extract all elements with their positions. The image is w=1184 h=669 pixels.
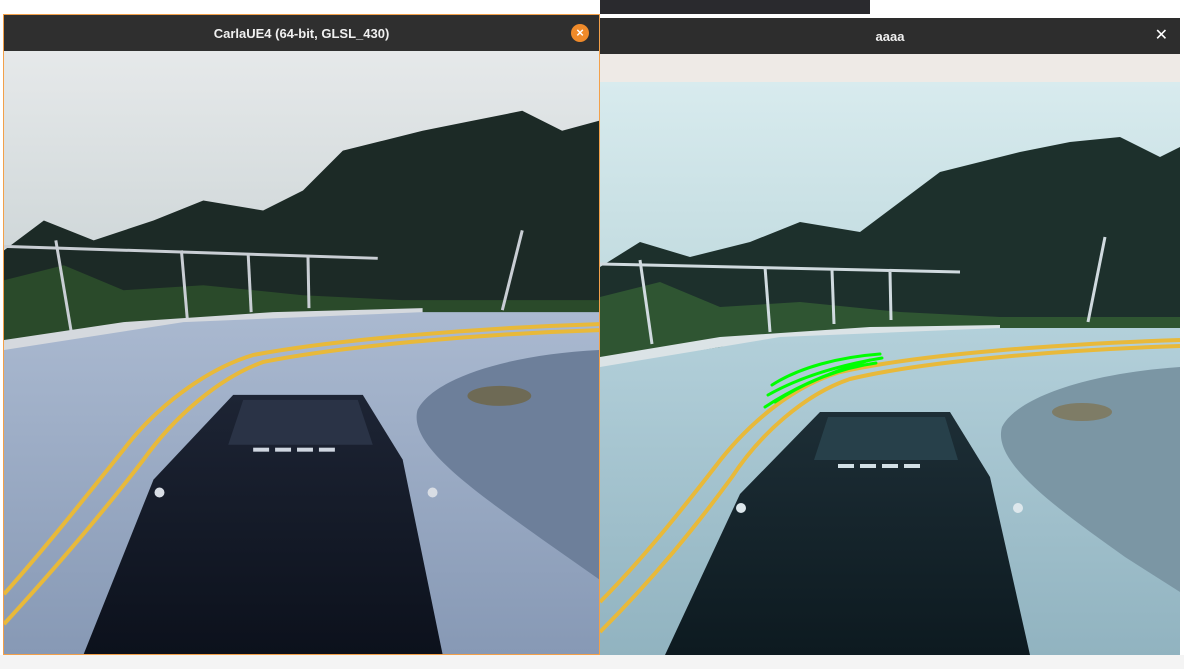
car-hood-vent (814, 417, 958, 460)
manhole (467, 385, 532, 406)
close-circle-icon[interactable]: × (571, 24, 589, 42)
manhole (1052, 403, 1112, 421)
car-hood-vent (228, 399, 373, 445)
carla-window[interactable]: CarlaUE4 (64-bit, GLSL_430) × (3, 14, 600, 655)
desktop-top-strip (0, 0, 1184, 14)
processed-view (600, 82, 1180, 655)
lane-detection-scene (600, 82, 1180, 655)
window-toolbar (600, 54, 1180, 83)
window-titlebar[interactable]: aaaa ✕ (600, 18, 1180, 54)
desktop-bottom-strip (0, 655, 1184, 669)
window-title: aaaa (875, 28, 905, 44)
camera-view (4, 51, 599, 654)
driving-scene (4, 51, 599, 654)
window-title: CarlaUE4 (64-bit, GLSL_430) (213, 25, 390, 41)
window-titlebar[interactable]: CarlaUE4 (64-bit, GLSL_430) × (4, 15, 599, 51)
opencv-window[interactable]: aaaa ✕ (600, 18, 1180, 655)
close-icon[interactable]: ✕ (1155, 27, 1168, 45)
